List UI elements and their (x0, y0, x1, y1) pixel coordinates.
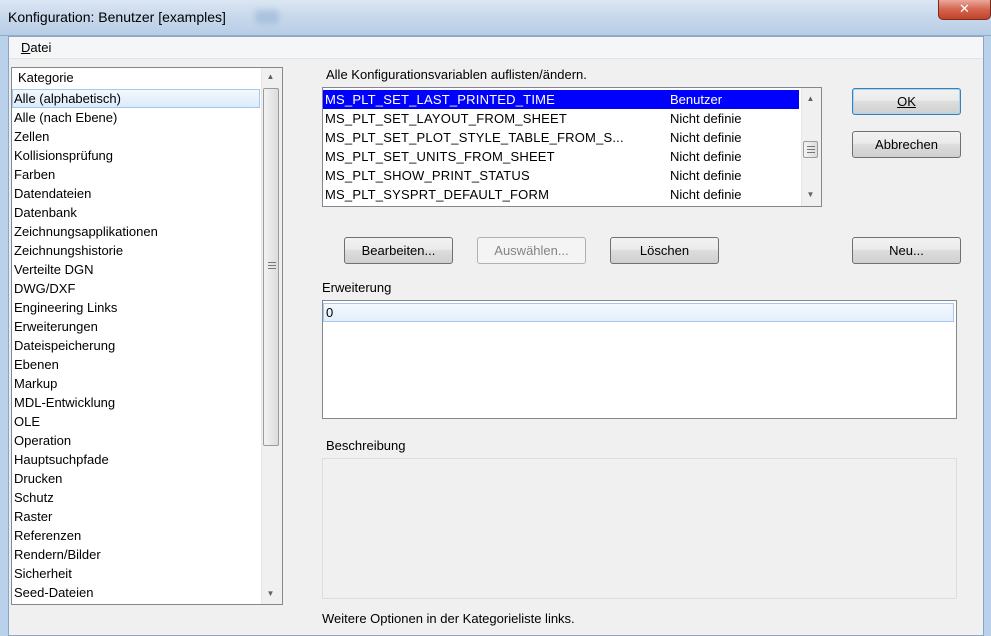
category-header-label: Kategorie (18, 70, 74, 85)
variable-row[interactable]: MS_PLT_SET_LAST_PRINTED_TIME Benutzer (323, 90, 799, 109)
category-item[interactable]: Raster (12, 507, 260, 526)
variables-scroll-down-arrow[interactable]: ▼ (802, 186, 819, 203)
variables-label: Alle Konfigurationsvariablen auflisten/ä… (326, 67, 587, 82)
variable-level: Benutzer (670, 92, 723, 107)
delete-button[interactable]: Löschen (610, 237, 719, 264)
cancel-button[interactable]: Abbrechen (852, 131, 961, 158)
title-blur-artifact (255, 10, 279, 24)
category-item[interactable]: Operation (12, 431, 260, 450)
category-item[interactable]: OLE (12, 412, 260, 431)
category-item[interactable]: Datenbank (12, 203, 260, 222)
window-title: Konfiguration: Benutzer [examples] (8, 9, 226, 25)
category-scroll-down-arrow[interactable]: ▼ (262, 585, 279, 602)
variable-name: MS_PLT_SET_PLOT_STYLE_TABLE_FROM_S... (325, 130, 624, 145)
variable-level: Nicht definie (670, 187, 742, 202)
category-item[interactable]: Sicherheit (12, 564, 260, 583)
variable-row[interactable]: MS_PLT_SET_PLOT_STYLE_TABLE_FROM_S... Nic… (323, 128, 799, 147)
variable-name: MS_PLT_SET_LAST_PRINTED_TIME (325, 92, 556, 107)
edit-button[interactable]: Bearbeiten... (344, 237, 453, 264)
category-item[interactable]: Referenzen (12, 526, 260, 545)
menu-datei[interactable]: Datei (21, 40, 51, 55)
description-box (322, 458, 957, 599)
variable-name: MS_PLT_SHOW_PRINT_STATUS (325, 168, 530, 183)
category-item[interactable]: Hauptsuchpfade (12, 450, 260, 469)
category-item[interactable]: Drucken (12, 469, 260, 488)
category-item[interactable]: Schutz (12, 488, 260, 507)
ok-button[interactable]: OK (852, 88, 961, 115)
ok-button-label: OK (897, 94, 916, 109)
variable-name: MS_PLT_SYSPRT_DEFAULT_FORM (325, 187, 550, 202)
category-item[interactable]: Alle (alphabetisch) (12, 89, 260, 108)
variable-row[interactable]: MS_PLT_SET_UNITS_FROM_SHEET Nicht definie (323, 147, 799, 166)
variable-level: Nicht definie (670, 149, 742, 164)
variable-row[interactable]: MS_PLT_SYSPRT_DEFAULT_FORM Nicht definie (323, 185, 799, 204)
category-item[interactable]: Zellen (12, 127, 260, 146)
menu-bar (9, 37, 983, 59)
menu-datei-mnemonic: D (21, 40, 31, 55)
variables-scroll-up-arrow[interactable]: ▲ (802, 90, 819, 107)
category-item[interactable]: MDL-Entwicklung (12, 393, 260, 412)
category-scroll-up-arrow[interactable]: ▲ (262, 68, 279, 85)
variable-name: MS_PLT_SET_LAYOUT_FROM_SHEET (325, 111, 568, 126)
category-item[interactable]: DWG/DXF (12, 279, 260, 298)
category-item[interactable]: Seed-Dateien (12, 583, 260, 602)
category-item[interactable]: Markup (12, 374, 260, 393)
new-button[interactable]: Neu... (852, 237, 961, 264)
variable-row[interactable]: MS_PLT_SET_LAYOUT_FROM_SHEET Nicht defini… (323, 109, 799, 128)
category-item[interactable]: Ebenen (12, 355, 260, 374)
category-item[interactable]: Engineering Links (12, 298, 260, 317)
variable-row[interactable]: MS_PLT_SHOW_PRINT_STATUS Nicht definie (323, 166, 799, 185)
menu-datei-label: atei (30, 40, 52, 55)
category-item[interactable]: Kollisionsprüfung (12, 146, 260, 165)
category-item[interactable]: Alle (nach Ebene) (12, 108, 260, 127)
close-button[interactable]: ✕ (938, 0, 991, 20)
category-item[interactable]: Zeichnungsapplikationen (12, 222, 260, 241)
variable-level: Nicht definie (670, 111, 742, 126)
extension-label: Erweiterung (322, 280, 392, 295)
category-item[interactable]: Verteilte DGN (12, 260, 260, 279)
variables-scroll-thumb[interactable] (803, 141, 818, 158)
category-scroll-thumb[interactable] (263, 88, 279, 446)
description-label: Beschreibung (326, 438, 406, 453)
extension-value[interactable]: 0 (323, 303, 954, 322)
variable-level: Nicht definie (670, 168, 742, 183)
category-item[interactable]: Datendateien (12, 184, 260, 203)
category-list: Alle (alphabetisch) Alle (nach Ebene) Zell… (12, 89, 260, 602)
category-item[interactable]: Dateispeicherung (12, 336, 260, 355)
variable-name: MS_PLT_SET_UNITS_FROM_SHEET (325, 149, 555, 164)
category-item[interactable]: Zeichnungshistorie (12, 241, 260, 260)
variable-level: Nicht definie (670, 130, 742, 145)
select-button[interactable]: Auswählen... (477, 237, 586, 264)
category-item[interactable]: Rendern/Bilder (12, 545, 260, 564)
variables-list: MS_PLT_SET_LAST_PRINTED_TIME Benutzer MS_P… (323, 90, 799, 204)
category-item[interactable]: Erweiterungen (12, 317, 260, 336)
footer-hint: Weitere Optionen in der Kategorieliste l… (322, 611, 575, 626)
category-item[interactable]: Farben (12, 165, 260, 184)
